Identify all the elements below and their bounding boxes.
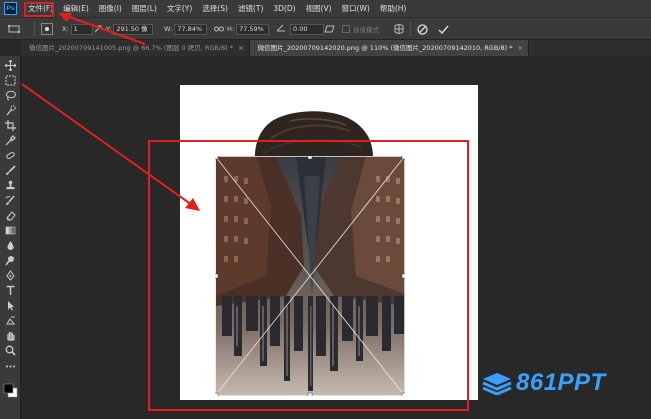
tab-document-1[interactable]: 微信图片_20200709141005.png @ 66.7% (图层 0 拷贝…	[21, 40, 250, 56]
gradient-tool-icon[interactable]	[3, 224, 18, 237]
path-select-tool-icon[interactable]	[3, 299, 18, 312]
marquee-tool-icon[interactable]	[3, 74, 18, 87]
menu-bar: Ps 文件(F) 编辑(E) 图像(I) 图层(L) 文字(Y) 选择(S) 滤…	[0, 0, 651, 17]
angle-field[interactable]: 0.00	[290, 23, 324, 35]
h-label: H:	[227, 25, 235, 33]
eraser-tool-icon[interactable]	[3, 209, 18, 222]
watermark-logo: 861PPT	[481, 369, 606, 397]
x-label: X:	[62, 25, 69, 33]
brush-tool-icon[interactable]	[3, 164, 18, 177]
interpolation-label: 插值模式	[353, 26, 379, 34]
document-tabs: 微信图片_20200709141005.png @ 66.7% (图层 0 拷贝…	[21, 40, 651, 56]
menu-view[interactable]: 视图(V)	[301, 0, 337, 17]
transform-tool-icon[interactable]	[8, 18, 20, 40]
tab-label: 微信图片_20200709142020.png @ 110% (微信图片_202…	[257, 44, 513, 52]
dodge-tool-icon[interactable]	[3, 254, 18, 267]
zoom-tool-icon[interactable]	[3, 344, 18, 357]
tab-label: 微信图片_20200709141005.png @ 66.7% (图层 0 拷贝…	[29, 44, 234, 52]
relative-position-icon[interactable]	[94, 18, 102, 40]
pen-tool-icon[interactable]	[3, 269, 18, 282]
h-field[interactable]: 77.59%	[236, 23, 270, 35]
warp-icon[interactable]	[393, 18, 405, 40]
annotation-highlight-file-menu	[24, 2, 54, 17]
menu-window[interactable]: 窗口(W)	[337, 0, 375, 17]
toolbox	[0, 56, 21, 419]
angle-icon	[276, 24, 286, 34]
healing-brush-tool-icon[interactable]	[3, 149, 18, 162]
menu-3d[interactable]: 3D(D)	[268, 0, 300, 17]
menu-filter[interactable]: 滤镜(T)	[233, 0, 268, 17]
commit-transform-icon[interactable]	[438, 18, 449, 40]
history-brush-tool-icon[interactable]	[3, 194, 18, 207]
tab-document-2[interactable]: 微信图片_20200709142020.png @ 110% (微信图片_202…	[249, 40, 529, 56]
crop-tool-icon[interactable]	[3, 119, 18, 132]
blur-tool-icon[interactable]	[3, 239, 18, 252]
w-field[interactable]: 77.84%	[174, 23, 208, 35]
lasso-tool-icon[interactable]	[3, 89, 18, 102]
color-swatch[interactable]	[3, 383, 18, 398]
x-field[interactable]: 1	[70, 23, 93, 35]
menu-help[interactable]: 帮助(H)	[375, 0, 412, 17]
more-tools-icon[interactable]	[3, 360, 18, 373]
menu-image[interactable]: 图像(I)	[94, 0, 127, 17]
options-bar: X: 1 Y: 291.50 像 W: 77.84% H: 77.59% 0.0…	[0, 17, 651, 40]
menu-type[interactable]: 文字(Y)	[162, 0, 197, 17]
shape-tool-icon[interactable]	[3, 314, 18, 327]
move-tool-icon[interactable]	[3, 59, 18, 72]
cancel-transform-icon[interactable]	[417, 18, 428, 40]
menu-layer[interactable]: 图层(L)	[127, 0, 162, 17]
close-icon[interactable]: ×	[518, 44, 523, 52]
stamp-tool-icon[interactable]	[3, 179, 18, 192]
eyedropper-tool-icon[interactable]	[3, 134, 18, 147]
hand-tool-icon[interactable]	[3, 329, 18, 342]
y-field[interactable]: 291.50 像	[113, 23, 154, 35]
quick-select-tool-icon[interactable]	[3, 104, 18, 117]
menu-select[interactable]: 选择(S)	[197, 0, 233, 17]
interpolation-checkbox[interactable]	[342, 25, 350, 33]
annotation-highlight-canvas	[148, 140, 469, 411]
w-label: W:	[164, 25, 173, 33]
skew-icon[interactable]	[324, 18, 335, 40]
link-icon[interactable]	[214, 18, 224, 40]
menu-edit[interactable]: 编辑(E)	[58, 0, 94, 17]
reference-point-icon[interactable]	[41, 18, 53, 40]
photoshop-logo-icon: Ps	[4, 2, 17, 15]
close-icon[interactable]: ×	[238, 44, 243, 52]
watermark-text: 861PPT	[516, 369, 606, 396]
layers-logo-icon	[482, 373, 512, 395]
type-tool-icon[interactable]	[3, 284, 18, 297]
y-label: Y:	[106, 25, 112, 33]
